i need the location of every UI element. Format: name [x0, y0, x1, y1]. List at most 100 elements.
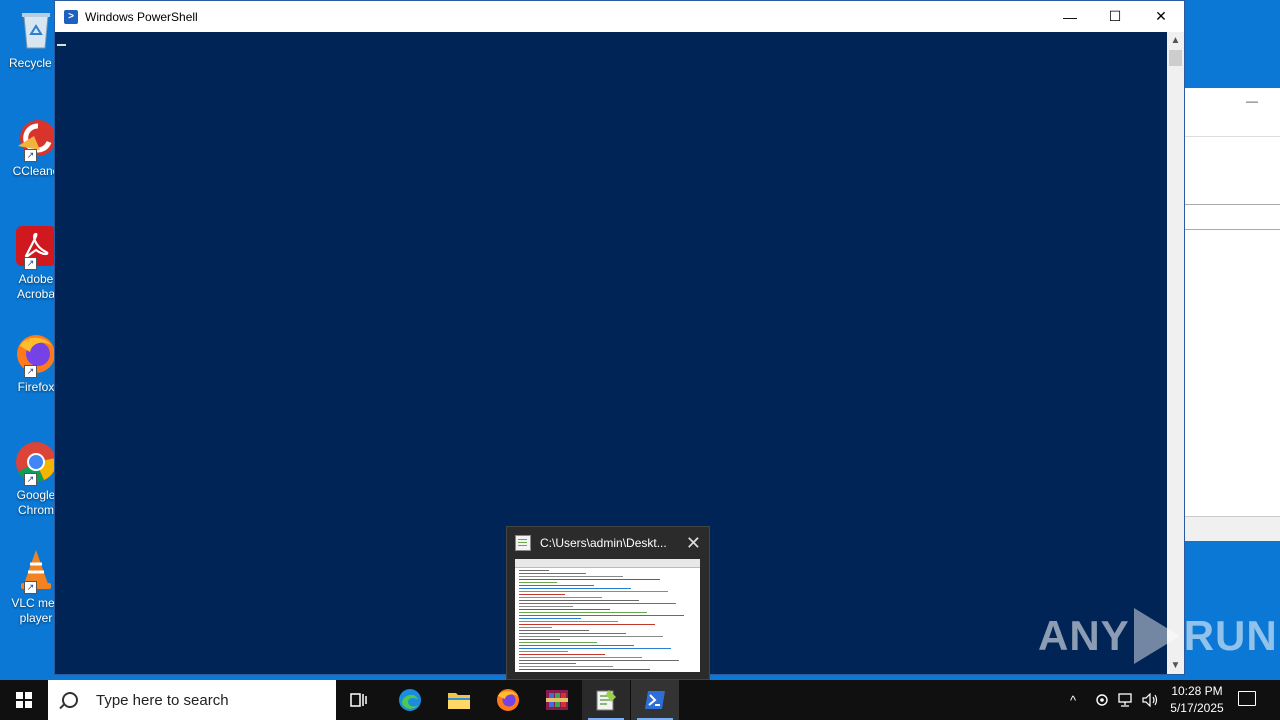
clock-date: 5/17/2025 [1170, 701, 1224, 715]
winrar-button[interactable] [533, 680, 581, 720]
volume-icon [1142, 693, 1158, 707]
thumbnail-text-line [519, 594, 565, 595]
minimize-button[interactable]: — [1047, 1, 1093, 32]
notepad-plus-plus-button[interactable] [582, 680, 630, 720]
text-cursor [57, 44, 66, 46]
file-explorer-icon [448, 693, 470, 709]
thumbnail-text-line [519, 666, 613, 667]
desktop-icon-label: CCleane [12, 164, 60, 178]
thumbnail-text-line [519, 669, 650, 670]
thumbnail-text-line [519, 615, 684, 616]
taskbar-thumbnail-preview[interactable]: C:\Users\admin\Deskt... ✕ [506, 526, 710, 680]
search-box[interactable]: Type here to search [48, 680, 336, 720]
recycle-bin-icon [14, 8, 58, 52]
background-window-toolbar [1184, 204, 1280, 230]
task-view-icon [350, 693, 367, 707]
powershell-icon [645, 691, 665, 709]
search-icon [62, 692, 78, 708]
close-icon[interactable]: ✕ [686, 533, 701, 553]
chevron-up-icon: ^ [1070, 692, 1077, 708]
taskbar: Type here to search ^ 10:28 PM 5/17/2025 [0, 680, 1280, 720]
thumbnail-text-line [519, 642, 597, 643]
edge-button[interactable] [386, 680, 434, 720]
thumbnail-text-line [519, 639, 560, 640]
play-icon [1133, 608, 1180, 664]
firefox-taskbar-button[interactable] [484, 680, 532, 720]
show-hidden-icons-button[interactable]: ^ [1070, 680, 1076, 720]
close-button[interactable]: ✕ [1138, 1, 1184, 32]
shortcut-arrow-icon: ↗ [24, 257, 37, 270]
maximize-button[interactable]: ☐ [1092, 1, 1138, 32]
firefox-icon: ↗ [14, 332, 58, 378]
window-title: Windows PowerShell [85, 9, 198, 24]
start-button[interactable] [0, 680, 48, 720]
minimize-icon[interactable]: — [1246, 94, 1258, 108]
thumbnail-text-line [519, 597, 602, 598]
shortcut-arrow-icon: ↗ [24, 581, 37, 594]
thumbnail-text-line [519, 633, 626, 634]
vlc-icon: ↗ [14, 548, 58, 594]
thumbnail-text-line [519, 570, 549, 571]
clock-time: 10:28 PM [1171, 684, 1223, 698]
notification-icon[interactable] [1238, 691, 1256, 706]
minimize-icon: — [1063, 8, 1077, 25]
shortcut-arrow-icon: ↗ [24, 473, 37, 486]
preview-header: C:\Users\admin\Deskt... [507, 527, 709, 559]
adobe-acrobat-icon: ↗ [14, 224, 58, 270]
windows-logo-icon [16, 692, 32, 708]
thumbnail-text-line [519, 609, 610, 610]
close-icon: ✕ [1155, 8, 1167, 24]
shortcut-arrow-icon: ↗ [24, 149, 37, 162]
tray-network[interactable] [1118, 680, 1134, 720]
background-window[interactable]: — [1183, 88, 1280, 541]
chrome-icon: ↗ [14, 440, 58, 486]
edge-icon [399, 689, 421, 711]
preview-title: C:\Users\admin\Deskt... [540, 536, 667, 550]
thumbnail-text-line [519, 618, 581, 619]
powershell-taskbar-button[interactable] [631, 680, 679, 720]
scroll-up-icon[interactable]: ▲ [1167, 32, 1184, 49]
thumbnail-text-line [519, 606, 573, 607]
maximize-icon: ☐ [1108, 8, 1122, 24]
watermark-left-text: ANY [1038, 612, 1130, 659]
thumbnail-text-line [519, 603, 676, 604]
tray-meet-now[interactable] [1095, 680, 1109, 720]
thumbnail-text-line [519, 582, 557, 583]
background-window-titlebar: — [1184, 88, 1280, 137]
thumbnail-text-line [519, 576, 623, 577]
thumbnail-text-line [519, 585, 594, 586]
thumbnail-text-line [519, 630, 589, 631]
thumbnail-text-line [519, 624, 655, 625]
webcam-icon [1096, 694, 1108, 706]
thumbnail-text-line [519, 663, 576, 664]
task-view-button[interactable] [336, 680, 384, 720]
notepad-plus-plus-icon [596, 690, 616, 711]
winrar-icon [546, 690, 568, 710]
shortcut-arrow-icon: ↗ [24, 365, 37, 378]
thumbnail-toolbar [515, 559, 700, 568]
scrollbar-thumb[interactable] [1169, 50, 1182, 66]
tray-volume[interactable] [1142, 680, 1160, 720]
thumbnail-text-line [519, 621, 618, 622]
thumbnail-text-line [519, 588, 631, 589]
thumbnail-text-line [519, 654, 605, 655]
file-explorer-button[interactable] [435, 680, 483, 720]
thumbnail-text-line [519, 636, 663, 637]
thumbnail-text-line [519, 573, 586, 574]
search-placeholder: Type here to search [96, 691, 229, 709]
thumbnail-text-line [519, 591, 668, 592]
network-icon [1118, 693, 1132, 707]
thumbnail-text-line [519, 651, 568, 652]
thumbnail-text-line [519, 645, 634, 646]
thumbnail-text-line [519, 657, 642, 658]
taskbar-clock[interactable]: 10:28 PM 5/17/2025 [1160, 683, 1234, 717]
vertical-scrollbar[interactable]: ▲ ▼ [1167, 32, 1184, 674]
preview-thumbnail[interactable] [515, 559, 700, 672]
notepad-icon [515, 535, 531, 551]
thumbnail-text-line [519, 627, 552, 628]
watermark-right-text: RUN [1183, 612, 1278, 659]
powershell-titlebar[interactable]: > Windows PowerShell — ☐ ✕ [55, 1, 1184, 32]
firefox-icon [497, 689, 519, 711]
ccleaner-icon: ↗ [14, 116, 58, 162]
thumbnail-text-line [519, 648, 671, 649]
